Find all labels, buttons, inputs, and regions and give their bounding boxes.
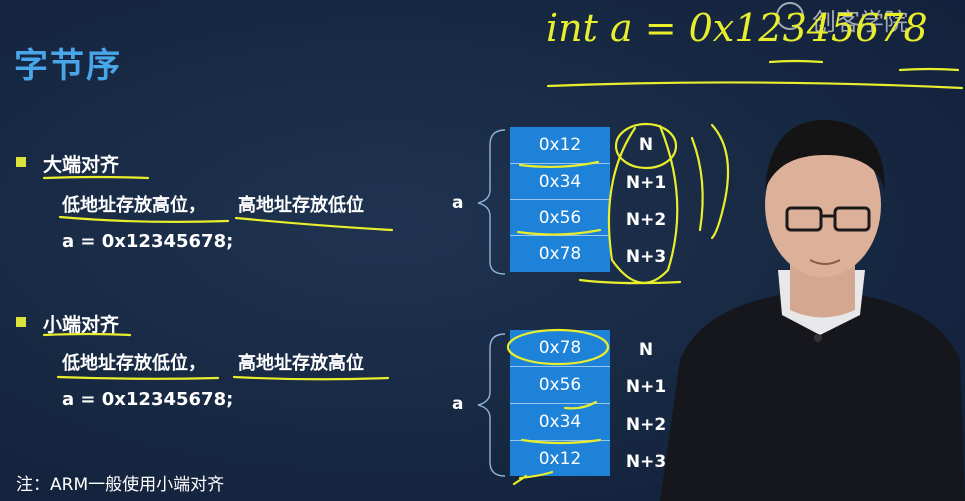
ink-underline <box>546 81 964 90</box>
ink-underline <box>768 59 824 64</box>
ink-underline <box>234 216 394 232</box>
ink-circle <box>506 328 610 366</box>
ink-underline <box>512 470 554 486</box>
ink-underline <box>563 400 598 410</box>
ink-underline <box>56 375 220 380</box>
ink-underline <box>520 438 602 445</box>
ink-underline <box>518 160 600 168</box>
ink-underline <box>516 228 602 236</box>
ink-underline <box>42 332 132 337</box>
ink-underline <box>42 175 150 180</box>
presenter-image <box>660 120 965 501</box>
ink-underline <box>58 215 230 223</box>
big-endian-brace <box>477 129 506 275</box>
little-endian-brace <box>477 333 506 477</box>
ink-underline <box>232 375 390 381</box>
ink-underline <box>898 67 960 72</box>
